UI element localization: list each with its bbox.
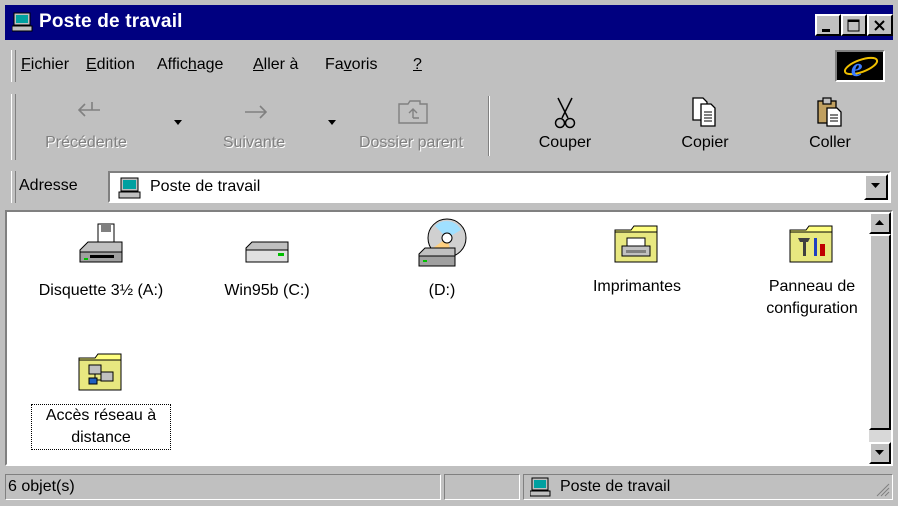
menu-aller-a[interactable]: Aller à — [253, 56, 298, 74]
explorer-window: Poste de travail Fichier Edition Afficha… — [0, 0, 898, 506]
address-label: Adresse — [19, 177, 78, 194]
scroll-thumb[interactable] — [869, 234, 891, 430]
back-arrow-icon — [77, 102, 100, 117]
hard-drive-icon — [245, 241, 289, 263]
forward-dropdown-icon[interactable] — [328, 120, 338, 126]
menu-favoris[interactable]: Favoris — [325, 56, 377, 74]
title-bar[interactable]: Poste de travail — [5, 5, 893, 40]
menu-fichier[interactable]: Fichier — [21, 56, 69, 74]
parent-folder-icon — [398, 100, 428, 124]
status-zone-pane: Poste de travail — [523, 474, 893, 500]
menu-aide[interactable]: ? — [413, 56, 422, 74]
scissors-icon — [554, 97, 576, 129]
svg-text:e: e — [851, 53, 863, 80]
menu-grip[interactable] — [11, 50, 16, 82]
drive-a-item[interactable]: Disquette 3½ (A:) — [21, 220, 181, 302]
scroll-up-button[interactable] — [869, 212, 891, 234]
menu-bar: Fichier Edition Affichage Aller à Favori… — [5, 46, 893, 86]
my-computer-icon — [118, 177, 141, 199]
parent-folder-label: Dossier parent — [358, 134, 464, 151]
cut-button[interactable]: Couper — [510, 90, 620, 160]
dial-up-networking-label: Accès réseau à distance — [31, 404, 171, 450]
cd-drive-icon — [418, 218, 467, 267]
control-panel-label: Panneau de configuration — [766, 278, 858, 317]
paste-button[interactable]: Coller — [775, 90, 885, 160]
forward-arrow-icon — [245, 105, 268, 119]
forward-label: Suivante — [222, 134, 286, 151]
copy-button[interactable]: Copier — [650, 90, 760, 160]
copy-label: Copier — [681, 134, 729, 151]
vertical-scrollbar[interactable] — [869, 212, 891, 464]
dial-up-networking-item[interactable]: Accès réseau à distance — [31, 346, 171, 450]
status-zone: Poste de travail — [560, 478, 671, 495]
arrow-down-icon — [875, 450, 884, 455]
drive-d-label: (D:) — [428, 282, 456, 299]
chevron-down-icon — [871, 183, 880, 188]
back-dropdown-icon[interactable] — [174, 120, 184, 126]
back-label: Précédente — [45, 134, 127, 151]
back-button[interactable]: Précédente — [27, 90, 145, 160]
menu-edition[interactable]: Edition — [86, 56, 135, 74]
drive-c-item[interactable]: Win95b (C:) — [192, 220, 342, 302]
address-value: Poste de travail — [150, 178, 261, 195]
control-panel-folder-icon — [789, 225, 833, 263]
maximize-button[interactable] — [841, 14, 867, 36]
dial-up-folder-icon — [78, 353, 122, 391]
paste-icon — [817, 97, 842, 127]
arrow-up-icon — [875, 220, 884, 225]
menu-affichage[interactable]: Affichage — [157, 56, 223, 74]
control-panel-item[interactable]: Panneau de configuration — [737, 218, 887, 320]
printers-label: Imprimantes — [592, 278, 682, 295]
paste-label: Coller — [809, 134, 851, 151]
drive-a-label: Disquette 3½ (A:) — [38, 282, 164, 299]
drive-d-item[interactable]: (D:) — [367, 216, 517, 302]
file-view[interactable]: Disquette 3½ (A:) Win95b (C:) (D:) Impri… — [5, 210, 893, 466]
scroll-down-button[interactable] — [869, 442, 891, 464]
forward-button[interactable]: Suivante — [195, 90, 313, 160]
copy-icon — [692, 97, 716, 127]
toolbar-grip[interactable] — [11, 94, 16, 160]
my-computer-icon — [12, 12, 33, 32]
address-dropdown-button[interactable] — [864, 174, 888, 200]
printers-item[interactable]: Imprimantes — [562, 218, 712, 298]
close-button[interactable] — [867, 14, 893, 36]
status-count: 6 objet(s) — [8, 478, 75, 495]
address-bar: Adresse Poste de travail — [5, 168, 893, 206]
my-computer-icon — [530, 477, 551, 497]
address-field[interactable]: Poste de travail — [108, 171, 891, 203]
minimize-button[interactable] — [815, 14, 841, 36]
address-grip[interactable] — [11, 171, 16, 203]
window-title: Poste de travail — [39, 11, 183, 32]
status-empty-pane — [444, 474, 520, 500]
toolbar-separator — [488, 96, 490, 156]
standard-toolbar: Précédente Suivante Dossier parent Coupe… — [5, 90, 893, 166]
printers-folder-icon — [614, 225, 658, 263]
ie-logo: e — [835, 50, 885, 82]
floppy-drive-icon — [79, 223, 123, 263]
status-bar: 6 objet(s) Poste de travail — [5, 472, 893, 502]
cut-label: Couper — [538, 134, 592, 151]
parent-folder-button[interactable]: Dossier parent — [346, 90, 476, 160]
drive-c-label: Win95b (C:) — [224, 282, 310, 299]
status-count-pane: 6 objet(s) — [5, 474, 441, 500]
resize-grip-icon[interactable] — [876, 483, 890, 497]
ie-e-icon: e — [843, 53, 879, 82]
